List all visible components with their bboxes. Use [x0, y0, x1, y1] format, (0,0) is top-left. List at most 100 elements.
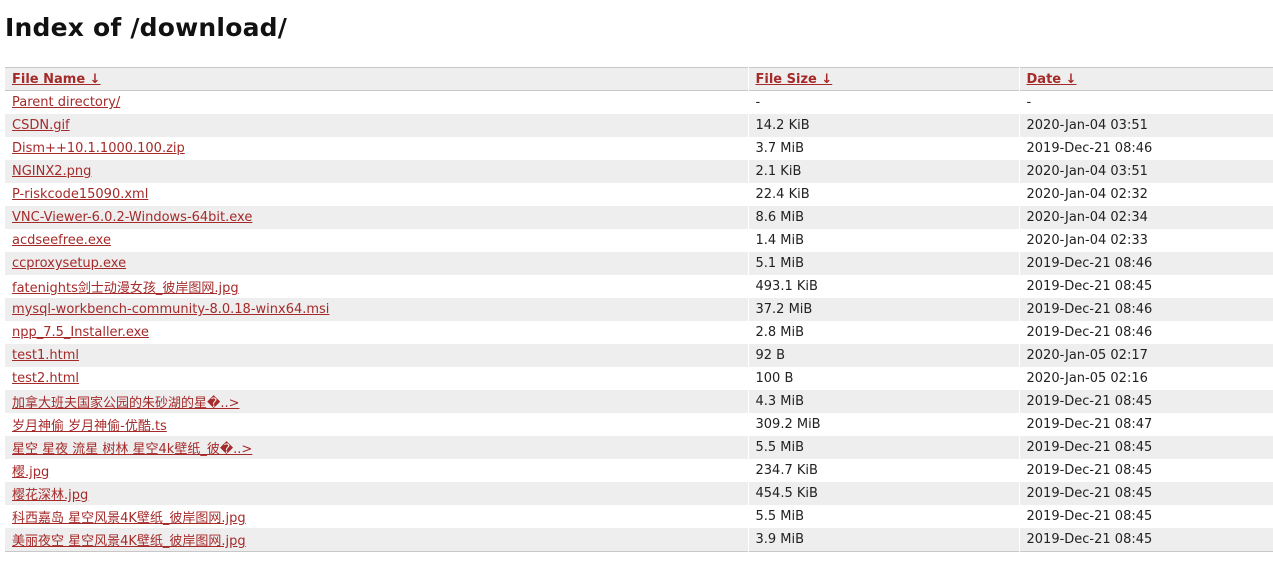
file-link[interactable]: 加拿大班夫国家公园的朱砂湖的星�..> [12, 396, 240, 411]
cell-date: 2020-Jan-04 02:33 [1018, 229, 1273, 252]
cell-date: 2019-Dec-21 08:45 [1018, 505, 1273, 528]
cell-file-name: P-riskcode15090.xml [5, 183, 748, 206]
file-link[interactable]: 星空 星夜 流星 树林 星空4k壁纸_彼�..> [12, 442, 252, 457]
cell-file-name: 岁月神偷 岁月神偷-优酷.ts [5, 413, 748, 436]
cell-date: 2020-Jan-04 02:34 [1018, 206, 1273, 229]
cell-file-name: 科西嘉岛 星空风景4K壁纸_彼岸图网.jpg [5, 505, 748, 528]
file-link[interactable]: fatenights剑士动漫女孩_彼岸图网.jpg [12, 281, 239, 296]
table-row: npp_7.5_Installer.exe 2.8 MiB 2019-Dec-21 … [5, 321, 1273, 344]
cell-file-name: Parent directory/ [5, 91, 748, 115]
cell-date: 2020-Jan-05 02:17 [1018, 344, 1273, 367]
cell-file-size: 309.2 MiB [747, 413, 1019, 436]
sort-by-size-link[interactable]: File Size ↓ [756, 72, 833, 87]
cell-file-size: 100 B [747, 367, 1019, 390]
table-row: 加拿大班夫国家公园的朱砂湖的星�..> 4.3 MiB 2019-Dec-21 08… [5, 390, 1273, 413]
cell-file-name: 加拿大班夫国家公园的朱砂湖的星�..> [5, 390, 748, 413]
cell-file-size: 37.2 MiB [747, 298, 1019, 321]
cell-file-size: 3.9 MiB [747, 528, 1019, 552]
file-link[interactable]: VNC-Viewer-6.0.2-Windows-64bit.exe [12, 210, 252, 225]
cell-date: 2019-Dec-21 08:46 [1018, 137, 1273, 160]
cell-date: 2019-Dec-21 08:45 [1018, 275, 1273, 298]
cell-date: 2019-Dec-21 08:45 [1018, 390, 1273, 413]
cell-file-size: 2.8 MiB [747, 321, 1019, 344]
table-row: 科西嘉岛 星空风景4K壁纸_彼岸图网.jpg 5.5 MiB 2019-Dec-21… [5, 505, 1273, 528]
cell-file-name: 樱.jpg [5, 459, 748, 482]
cell-date: 2019-Dec-21 08:46 [1018, 298, 1273, 321]
table-row: 星空 星夜 流星 树林 星空4k壁纸_彼�..> 5.5 MiB 2019-Dec-… [5, 436, 1273, 459]
table-row: CSDN.gif 14.2 KiB 2020-Jan-04 03:51 [5, 114, 1273, 137]
file-link[interactable]: mysql-workbench-community-8.0.18-winx64.… [12, 302, 329, 317]
cell-date: 2019-Dec-21 08:45 [1018, 528, 1273, 552]
cell-file-size: 234.7 KiB [747, 459, 1019, 482]
file-link[interactable]: 樱.jpg [12, 465, 49, 480]
cell-file-name: NGINX2.png [5, 160, 748, 183]
table-row: fatenights剑士动漫女孩_彼岸图网.jpg 493.1 KiB 2019-D… [5, 275, 1273, 298]
file-link[interactable]: npp_7.5_Installer.exe [12, 325, 149, 340]
file-link[interactable]: P-riskcode15090.xml [12, 187, 148, 202]
cell-file-size: 14.2 KiB [747, 114, 1019, 137]
table-row: mysql-workbench-community-8.0.18-winx64.… [5, 298, 1273, 321]
file-link[interactable]: 岁月神偷 岁月神偷-优酷.ts [12, 419, 167, 434]
table-row: test2.html 100 B 2020-Jan-05 02:16 [5, 367, 1273, 390]
page-title: Index of /download/ [5, 13, 288, 42]
cell-file-name: VNC-Viewer-6.0.2-Windows-64bit.exe [5, 206, 748, 229]
header-date: Date ↓ [1018, 67, 1273, 91]
file-link[interactable]: acdseefree.exe [12, 233, 111, 248]
cell-file-name: npp_7.5_Installer.exe [5, 321, 748, 344]
parent-directory-link[interactable]: Parent directory/ [12, 95, 120, 110]
table-row: 美丽夜空 星空风景4K壁纸_彼岸图网.jpg 3.9 MiB 2019-Dec-21… [5, 528, 1273, 552]
cell-file-size: 8.6 MiB [747, 206, 1019, 229]
cell-file-name: 美丽夜空 星空风景4K壁纸_彼岸图网.jpg [5, 528, 748, 552]
cell-date: 2020-Jan-04 02:32 [1018, 183, 1273, 206]
cell-date: 2020-Jan-04 03:51 [1018, 114, 1273, 137]
file-list-body: Parent directory/- - CSDN.gif 14.2 KiB 2020-… [5, 90, 1273, 552]
file-link[interactable]: test1.html [12, 348, 79, 363]
cell-file-size: - [747, 90, 1019, 114]
table-row: NGINX2.png 2.1 KiB 2020-Jan-04 03:51 [5, 160, 1273, 183]
file-link[interactable]: NGINX2.png [12, 164, 91, 179]
file-link[interactable]: 科西嘉岛 星空风景4K壁纸_彼岸图网.jpg [12, 511, 246, 526]
cell-file-name: fatenights剑士动漫女孩_彼岸图网.jpg [5, 275, 748, 298]
table-row: 樱花深林.jpg 454.5 KiB 2019-Dec-21 08:45 [5, 482, 1273, 505]
header-file-name: File Name ↓ [5, 68, 748, 91]
cell-file-size: 2.1 KiB [747, 160, 1019, 183]
sort-by-name-link[interactable]: File Name ↓ [12, 72, 101, 87]
header-file-size: File Size ↓ [747, 67, 1019, 91]
cell-file-size: 493.1 KiB [747, 275, 1019, 298]
table-row: VNC-Viewer-6.0.2-Windows-64bit.exe 8.6 Mi… [5, 206, 1273, 229]
cell-file-name: Dism++10.1.1000.100.zip [5, 137, 748, 160]
table-row: ccproxysetup.exe 5.1 MiB 2019-Dec-21 08:46 [5, 252, 1273, 275]
table-row: Dism++10.1.1000.100.zip 3.7 MiB 2019-Dec-2… [5, 137, 1273, 160]
cell-date: 2020-Jan-05 02:16 [1018, 367, 1273, 390]
file-list-table: File Name ↓ File Size ↓ Date ↓ Parent di… [5, 67, 1273, 552]
cell-date: 2019-Dec-21 08:47 [1018, 413, 1273, 436]
cell-file-name: 星空 星夜 流星 树林 星空4k壁纸_彼�..> [5, 436, 748, 459]
cell-file-name: test1.html [5, 344, 748, 367]
table-row: test1.html 92 B 2020-Jan-05 02:17 [5, 344, 1273, 367]
table-row: Parent directory/ - - [5, 90, 1273, 115]
file-link[interactable]: 樱花深林.jpg [12, 488, 88, 503]
sort-by-date-link[interactable]: Date ↓ [1027, 72, 1077, 87]
table-row: P-riskcode15090.xml 22.4 KiB 2020-Jan-04 0… [5, 183, 1273, 206]
file-link[interactable]: test2.html [12, 371, 79, 386]
table-row: acdseefree.exe 1.4 MiB 2020-Jan-04 02:33 [5, 229, 1273, 252]
cell-date: 2019-Dec-21 08:46 [1018, 252, 1273, 275]
cell-file-size: 92 B [747, 344, 1019, 367]
file-link[interactable]: ccproxysetup.exe [12, 256, 126, 271]
cell-file-size: 22.4 KiB [747, 183, 1019, 206]
table-header-row: File Name ↓ File Size ↓ Date ↓ [5, 67, 1273, 91]
cell-file-name: CSDN.gif [5, 114, 748, 137]
cell-file-name: mysql-workbench-community-8.0.18-winx64.… [5, 298, 748, 321]
cell-date: 2019-Dec-21 08:45 [1018, 459, 1273, 482]
cell-file-name: ccproxysetup.exe [5, 252, 748, 275]
file-link[interactable]: CSDN.gif [12, 118, 70, 133]
cell-date: 2019-Dec-21 08:45 [1018, 436, 1273, 459]
file-link[interactable]: Dism++10.1.1000.100.zip [12, 141, 185, 156]
cell-file-size: 3.7 MiB [747, 137, 1019, 160]
table-row: 岁月神偷 岁月神偷-优酷.ts 309.2 MiB 2019-Dec-21 08:4… [5, 413, 1273, 436]
file-link[interactable]: 美丽夜空 星空风景4K壁纸_彼岸图网.jpg [12, 534, 246, 549]
cell-file-size: 4.3 MiB [747, 390, 1019, 413]
cell-date: 2019-Dec-21 08:46 [1018, 321, 1273, 344]
cell-file-name: acdseefree.exe [5, 229, 748, 252]
cell-file-name: test2.html [5, 367, 748, 390]
